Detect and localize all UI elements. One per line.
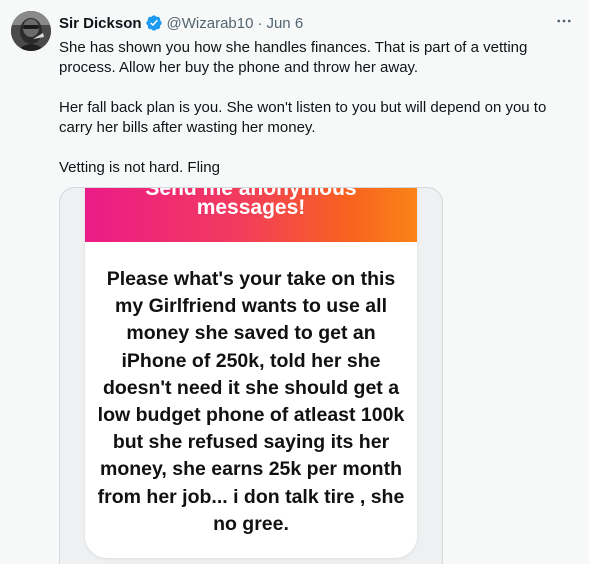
question-text: Please what's your take on this my Girlf… <box>97 268 405 535</box>
verified-badge-icon[interactable] <box>145 14 163 32</box>
tweet-header: Sir Dickson @Wizarab10 · Jun 6 <box>59 13 303 33</box>
tweet-text: She has shown you how she handles financ… <box>59 38 579 178</box>
more-options-icon[interactable] <box>553 10 575 32</box>
tweet-paragraph-3: Vetting is not hard. Fling <box>59 159 220 176</box>
tweet-paragraph-1: She has shown you how she handles financ… <box>59 39 528 76</box>
tweet-paragraph-2: Her fall back plan is you. She won't lis… <box>59 99 547 136</box>
tweet-date[interactable]: Jun 6 <box>266 15 303 32</box>
tweet-media-image[interactable]: Send me anonymous messages! Please what'… <box>59 187 443 564</box>
author-avatar[interactable] <box>11 11 51 51</box>
header-separator: · <box>257 14 263 32</box>
tweet[interactable]: Sir Dickson @Wizarab10 · Jun 6 She has s… <box>0 0 589 564</box>
avatar-image <box>11 11 51 51</box>
author-display-name[interactable]: Sir Dickson <box>59 15 142 32</box>
banner-title: messages! <box>196 196 306 219</box>
author-handle[interactable]: @Wizarab10 <box>167 15 254 32</box>
card-banner: Send me anonymous messages! <box>85 188 417 242</box>
question-card: Send me anonymous messages! Please what'… <box>85 188 417 558</box>
